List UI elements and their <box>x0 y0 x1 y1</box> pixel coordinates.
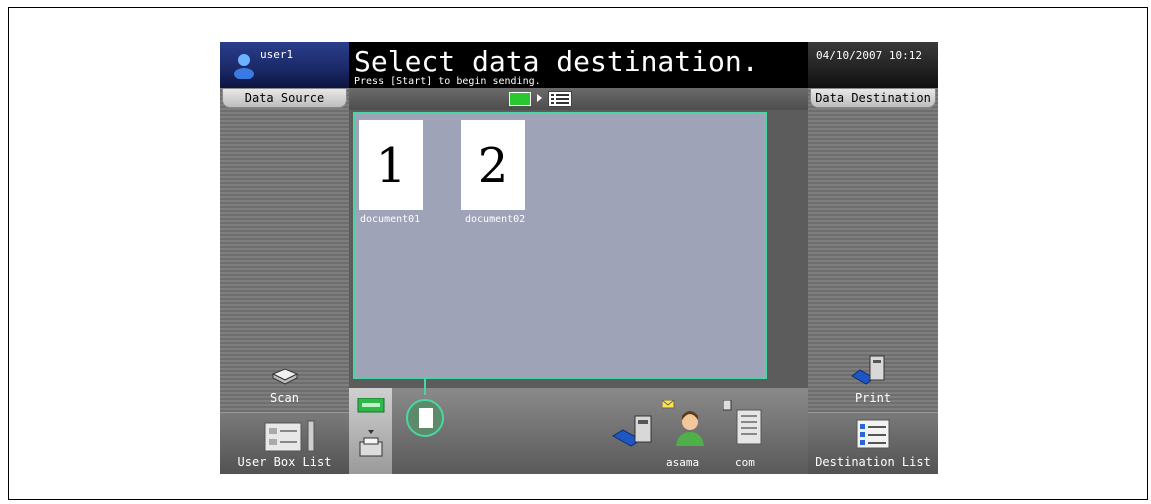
data-source-heading: Data Source <box>222 88 347 108</box>
document-number: 2 <box>477 138 509 194</box>
document-thumbnail[interactable]: 2 <box>461 120 525 210</box>
date-time: 04/10/2007 10:12 <box>808 42 938 88</box>
person-with-mail-icon[interactable] <box>662 400 708 448</box>
header-bar: user1 Select data destination. Press [St… <box>220 42 938 88</box>
data-destination-heading: Data Destination <box>810 88 936 108</box>
destination-list-button[interactable]: Destination List <box>808 412 938 474</box>
selected-file-bubble[interactable] <box>406 399 444 437</box>
destination-list-icon <box>856 419 890 449</box>
user-avatar-icon <box>234 54 254 79</box>
data-source-panel: Data Source Scan User Box List <box>220 88 349 474</box>
arrow-right-icon <box>537 94 542 102</box>
printer-fax-icon[interactable] <box>611 412 657 452</box>
selection-connector <box>424 379 426 395</box>
print-button[interactable]: Print <box>808 391 938 405</box>
document-number: 1 <box>375 138 407 194</box>
list-view-icon <box>551 94 569 104</box>
list-view-button[interactable] <box>548 91 572 107</box>
document-workspace: 1 document01 2 document02 asama com <box>349 88 808 474</box>
scanner-icon <box>271 368 299 385</box>
destination-label-com: com <box>735 456 755 469</box>
printer-icon <box>851 355 885 385</box>
user-name: user1 <box>260 48 294 61</box>
destination-list-label: Destination List <box>815 455 931 469</box>
tray-mode-icon <box>357 398 385 457</box>
user-badge[interactable]: user1 <box>220 42 349 88</box>
file-icon <box>419 408 433 428</box>
document-label: document02 <box>465 214 526 225</box>
scan-button[interactable]: Scan <box>220 391 349 405</box>
document-area: 1 document01 2 document02 <box>353 112 767 379</box>
tray-mode-button[interactable] <box>349 388 392 474</box>
document-thumbnail[interactable]: 1 <box>359 120 423 210</box>
user-box-list-button[interactable]: User Box List <box>220 412 349 474</box>
data-destination-panel: Data Destination Print Destination List <box>808 88 938 474</box>
mfp-panel-screen: user1 Select data destination. Press [St… <box>220 42 938 474</box>
user-box-list-icon <box>264 420 315 452</box>
server-icon[interactable] <box>723 400 767 446</box>
destination-label-asama: asama <box>666 456 700 469</box>
page-subtitle: Press [Start] to begin sending. <box>354 76 541 87</box>
view-toggle-bar <box>349 88 808 110</box>
thumbnail-view-button[interactable] <box>509 92 531 106</box>
document-label: document01 <box>360 214 421 225</box>
page-title: Select data destination. <box>354 45 759 78</box>
user-box-list-label: User Box List <box>237 455 332 469</box>
